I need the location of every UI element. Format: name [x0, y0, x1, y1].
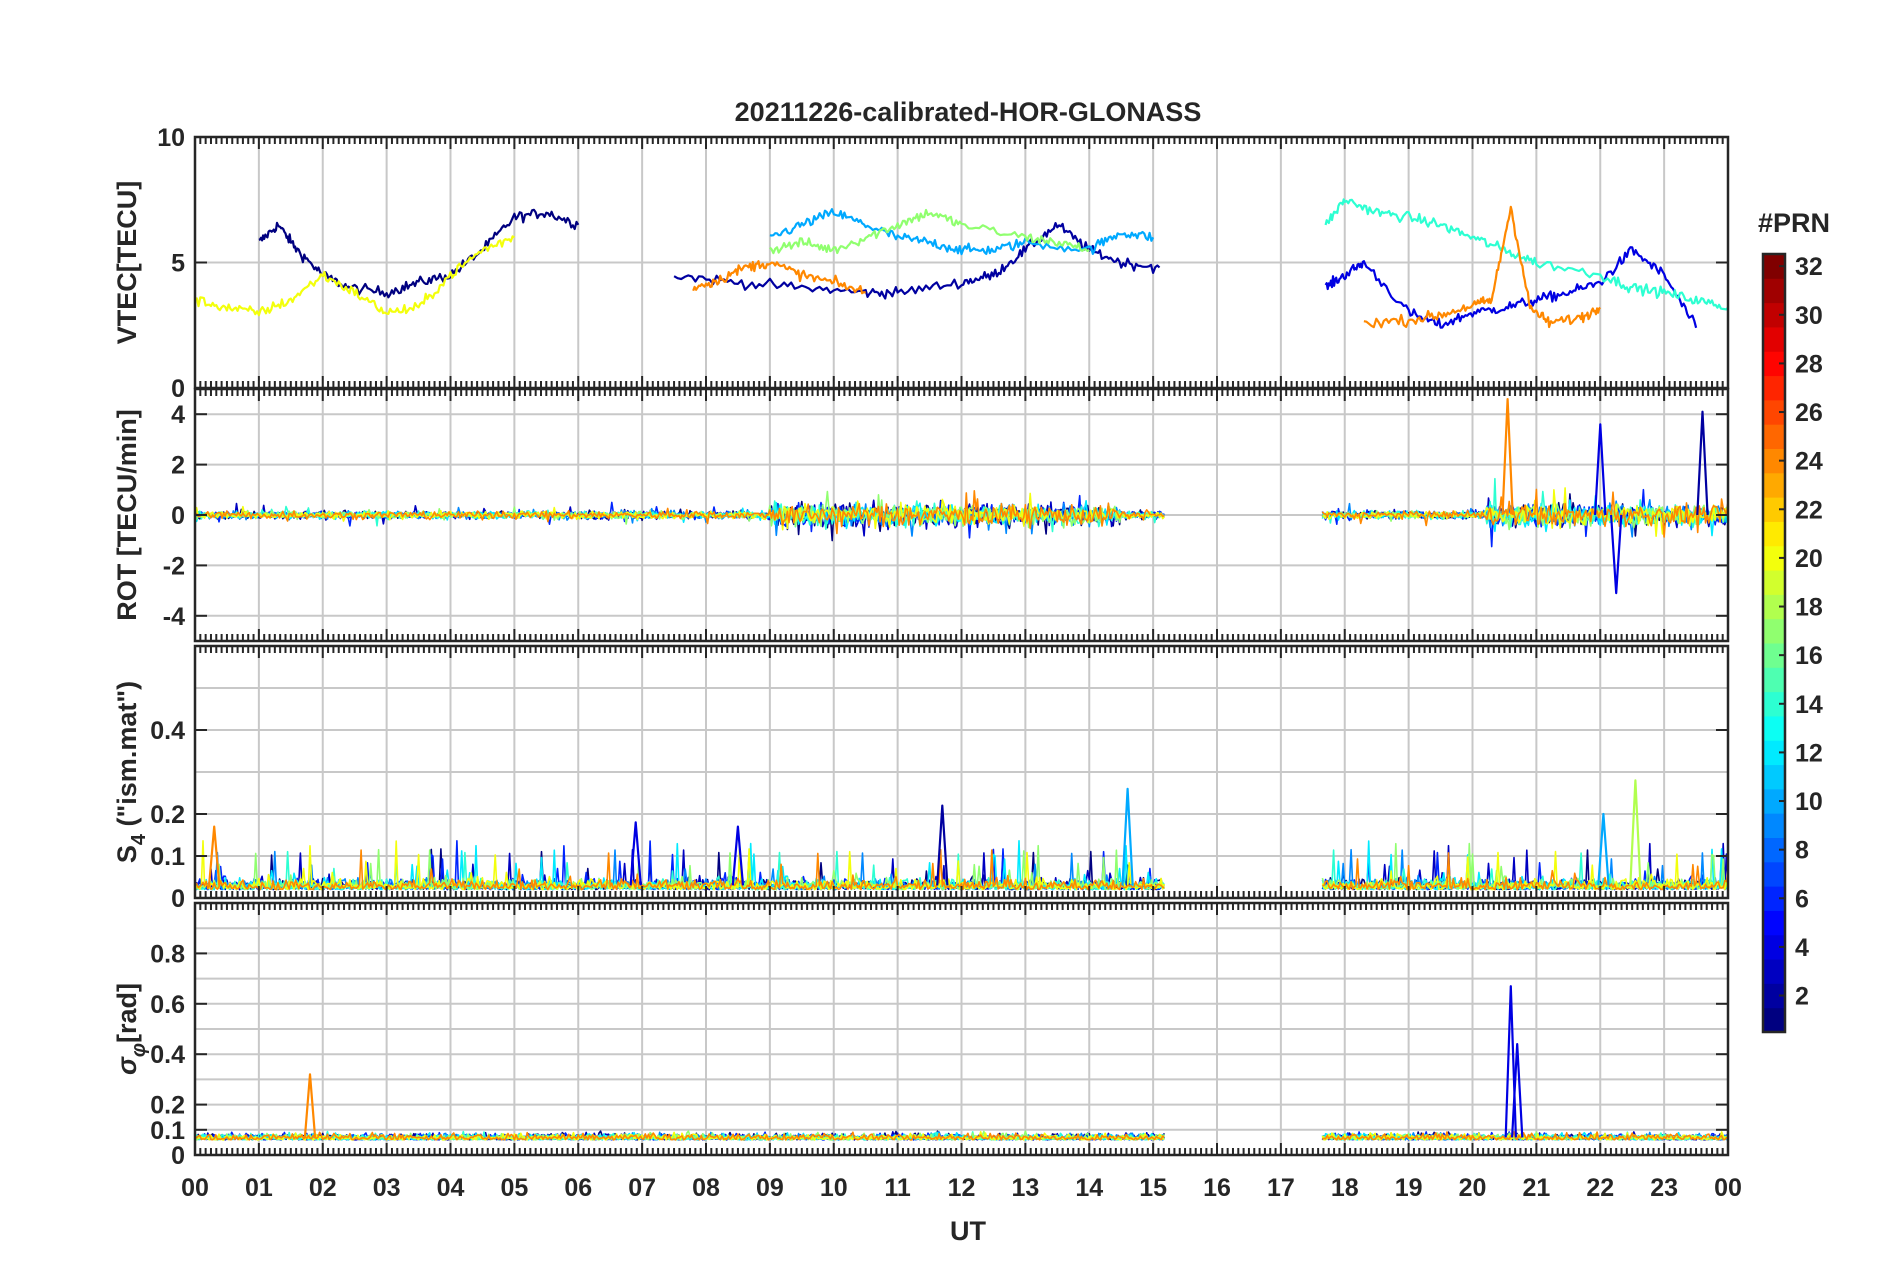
colorbar-swatch: [1763, 910, 1785, 936]
y-tick-label: 10: [157, 124, 185, 152]
x-tick-labels: 00 01 02 03 04 05 06 07 08 09 10 11 12 13 14 15 16 17 18 19…: [181, 1174, 1742, 1202]
x-tick-label: 14: [1075, 1174, 1103, 1202]
x-tick-label: 11: [884, 1174, 911, 1202]
colorbar-swatch: [1763, 618, 1785, 644]
y-tick-label: 2: [171, 452, 185, 480]
colorbar-tick-label: 26: [1795, 399, 1823, 427]
x-tick-label: 06: [564, 1174, 592, 1202]
y-tick-label: 0: [171, 502, 185, 530]
colorbar-swatch: [1763, 959, 1785, 984]
panel-rot: -4 -2 0 2 4 ROT [TECU/min]: [112, 387, 1730, 643]
x-tick-label: 15: [1139, 1174, 1167, 1202]
colorbar-swatch: [1763, 521, 1785, 547]
y-label-tail: ("ism.mat"): [112, 681, 142, 834]
colorbar-tick-label: 18: [1795, 594, 1823, 622]
colorbar-tick-label: 16: [1795, 642, 1823, 670]
y-axis-label: VTEC[TECU]: [112, 181, 142, 345]
colorbar-tick-label: 20: [1795, 545, 1823, 573]
y-label-main: σ: [112, 1056, 142, 1075]
x-tick-label: 09: [756, 1174, 784, 1202]
colorbar-tick-label: 28: [1795, 350, 1823, 378]
x-tick-label: 20: [1459, 1174, 1487, 1202]
colorbar-tick-label: 12: [1795, 739, 1823, 767]
x-tick-label: 01: [245, 1174, 273, 1202]
y-tick-label: 0: [171, 1142, 185, 1170]
colorbar-swatch: [1763, 1007, 1785, 1033]
colorbar-tick-label: 6: [1795, 885, 1809, 913]
x-tick-label: 21: [1522, 1174, 1550, 1202]
chart-title: 20211226-calibrated-HOR-GLONASS: [735, 97, 1202, 127]
panel-s4: 0 0.1 0.2 0.4S4 ("ism.mat"): [112, 644, 1730, 913]
x-tick-label: 00: [181, 1174, 209, 1202]
x-tick-label: 13: [1011, 1174, 1039, 1202]
colorbar-swatch: [1763, 861, 1785, 887]
colorbar-label: #PRN: [1758, 208, 1830, 238]
colorbar-swatch: [1763, 715, 1785, 741]
x-tick-label: 00: [1714, 1174, 1742, 1202]
y-tick-label: 0.4: [150, 1041, 185, 1069]
y-tick-label: 0: [171, 375, 185, 403]
colorbar-swatch: [1763, 764, 1785, 790]
x-tick-label: 02: [309, 1174, 337, 1202]
y-tick-label: 5: [171, 250, 185, 278]
colorbar-tick-label: 10: [1795, 788, 1823, 816]
x-tick-label: 19: [1395, 1174, 1423, 1202]
y-tick-label: 0.4: [150, 717, 185, 745]
y-label-main: S: [112, 845, 142, 863]
y-tick-label: -4: [163, 603, 185, 631]
x-tick-label: 18: [1331, 1174, 1359, 1202]
y-tick-label: 4: [171, 401, 185, 429]
y-tick-label: 0.6: [150, 991, 185, 1019]
y-tick-label: 0.2: [150, 1092, 185, 1120]
x-tick-label: 17: [1267, 1174, 1295, 1202]
panels: 0510VTEC[TECU]-4-2024ROT [TECU/min]00.10…: [112, 124, 1730, 1170]
panel-vtec: 0 5 10 VTEC[TECU]: [112, 124, 1730, 403]
x-tick-label: 03: [373, 1174, 401, 1202]
colorbar-tick-label: 2: [1795, 983, 1809, 1011]
x-tick-label: 22: [1586, 1174, 1614, 1202]
colorbar-tick-label: 22: [1795, 496, 1823, 524]
colorbar-swatch: [1763, 375, 1785, 401]
y-tick-label: 0: [171, 885, 185, 913]
colorbar-tick-label: 4: [1795, 934, 1809, 962]
colorbar-swatch: [1763, 326, 1785, 352]
x-tick-label: 10: [820, 1174, 848, 1202]
y-tick-label: 0.8: [150, 940, 185, 968]
x-axis-label: UT: [950, 1216, 986, 1246]
y-label-sub: φ: [128, 1043, 150, 1057]
colorbar-swatches: [1763, 254, 1785, 1033]
figure: 20211226-calibrated-HOR-GLONASS 0510VTEC…: [112, 97, 1830, 1246]
y-axis-label: ROT [TECU/min]: [112, 409, 142, 620]
y-tick-label: -2: [163, 552, 185, 580]
colorbar-tick-label: 30: [1795, 302, 1823, 330]
colorbar-swatch: [1763, 278, 1785, 304]
colorbar-swatch: [1763, 813, 1785, 838]
x-tick-label: 05: [500, 1174, 528, 1202]
y-tick-label: 0.1: [150, 1117, 185, 1145]
panel-sigma_phi: 00.10.20.40.60.8σφ[rad]: [112, 901, 1730, 1170]
y-tick-label: 0.2: [150, 801, 185, 829]
y-axis-label: S4 ("ism.mat"): [112, 681, 150, 863]
x-tick-label: 12: [948, 1174, 976, 1202]
colorbar-swatch: [1763, 570, 1785, 595]
x-tick-label: 16: [1203, 1174, 1231, 1202]
colorbar: #PRN 2468101214161820222426283032: [1758, 208, 1830, 1034]
colorbar-tick-label: 8: [1795, 837, 1809, 865]
colorbar-tick-label: 24: [1795, 448, 1823, 476]
x-tick-label: 08: [692, 1174, 720, 1202]
colorbar-swatch: [1763, 667, 1785, 693]
colorbar-swatch: [1763, 424, 1785, 449]
colorbar-tick-label: 14: [1795, 691, 1823, 719]
y-label-tail: [rad]: [112, 983, 142, 1043]
colorbar-swatch: [1763, 472, 1785, 498]
y-tick-label: 0.1: [150, 843, 185, 871]
x-tick-label: 07: [628, 1174, 656, 1202]
x-tick-label: 23: [1650, 1174, 1678, 1202]
x-tick-label: 04: [437, 1174, 465, 1202]
colorbar-tick-label: 32: [1795, 253, 1823, 281]
x-axis: 00 01 02 03 04 05 06 07 08 09 10 11 12 13 14 15 16 17 18 19…: [181, 1174, 1742, 1246]
y-axis-label: σφ[rad]: [112, 983, 150, 1075]
